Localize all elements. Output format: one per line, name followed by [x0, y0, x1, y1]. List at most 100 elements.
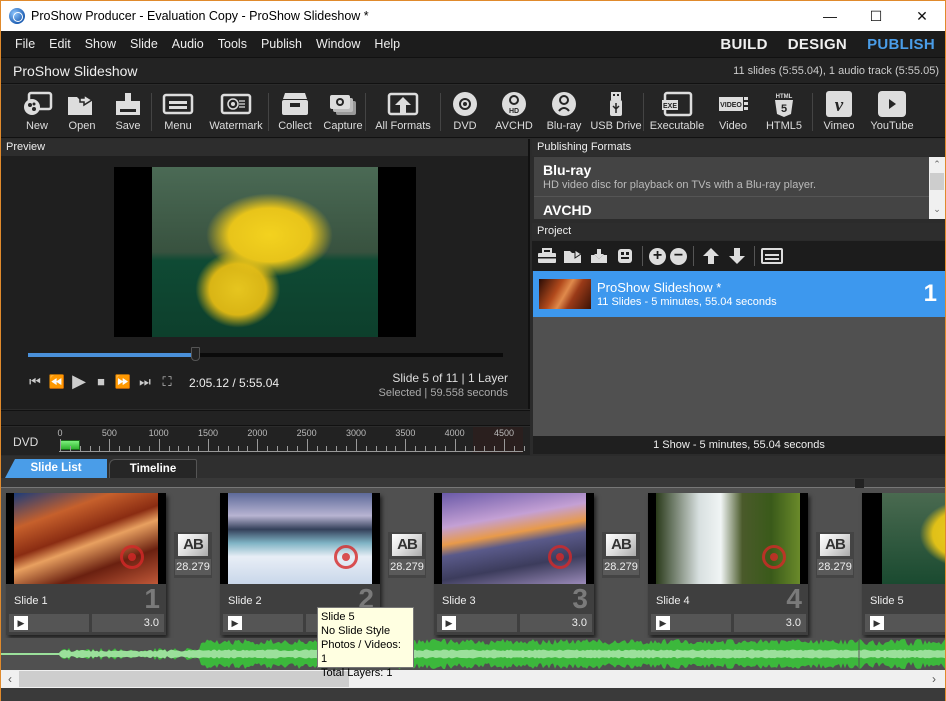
- stop-icon[interactable]: ■: [92, 374, 110, 389]
- playback-scrubber[interactable]: [28, 347, 503, 361]
- scrubber-handle[interactable]: [191, 347, 201, 361]
- new-project-icon[interactable]: [536, 247, 558, 265]
- tab-timeline[interactable]: Timeline: [109, 459, 197, 478]
- usb-drive-button[interactable]: USB Drive: [589, 85, 643, 138]
- vimeo-label: Vimeo: [823, 120, 855, 132]
- remove-show-icon[interactable]: −: [670, 247, 687, 265]
- transition-duration[interactable]: 28.279: [603, 559, 639, 575]
- transition-card[interactable]: AB 28.279: [816, 532, 854, 578]
- menu-file[interactable]: File: [1, 37, 42, 51]
- menu-publish[interactable]: Publish: [254, 37, 309, 51]
- formats-scrollbar[interactable]: ⌃ ⌄: [929, 157, 945, 219]
- slide-duration[interactable]: 3.0: [520, 614, 592, 632]
- save-project-icon[interactable]: [588, 247, 610, 265]
- skip-to-end-icon[interactable]: ⏭: [136, 374, 154, 390]
- scroll-left-icon[interactable]: ‹: [1, 670, 19, 688]
- slide-thumbnail: [648, 493, 808, 584]
- usb-drive-label: USB Drive: [590, 120, 642, 132]
- video-button[interactable]: VIDEO Video: [710, 85, 756, 138]
- menu-show[interactable]: Show: [78, 37, 123, 51]
- meter-tick-label: 1500: [197, 428, 219, 438]
- slide-play-button[interactable]: ▶: [223, 614, 303, 632]
- menu-help[interactable]: Help: [367, 37, 407, 51]
- save-icon: [112, 90, 144, 118]
- preview-stage[interactable]: [114, 167, 416, 337]
- meter-tick-label: 3000: [345, 428, 367, 438]
- maximize-button[interactable]: ☐: [853, 1, 899, 31]
- avchd-button[interactable]: HD AVCHD: [489, 85, 539, 138]
- capture-button[interactable]: Capture: [321, 85, 365, 138]
- move-down-icon[interactable]: [726, 247, 748, 265]
- slide-card[interactable]: Slide 4 4 ▶ 3.0: [648, 493, 808, 635]
- transition-card[interactable]: AB 28.279: [174, 532, 212, 578]
- project-footer: 1 Show - 5 minutes, 55.04 seconds: [533, 436, 945, 454]
- slide-duration[interactable]: 3.0: [92, 614, 164, 632]
- slide-card[interactable]: Slide 5 ▶: [862, 493, 945, 635]
- mode-design[interactable]: DESIGN: [788, 36, 847, 53]
- fullscreen-icon[interactable]: ⛶: [158, 374, 176, 390]
- project-settings-icon[interactable]: [614, 247, 636, 265]
- skip-to-start-icon[interactable]: ⏮: [26, 374, 44, 390]
- tooltip-line: Slide 5: [321, 611, 355, 623]
- html5-button[interactable]: HTML 5 HTML5: [756, 85, 812, 138]
- close-button[interactable]: ✕: [899, 1, 945, 31]
- dvd-button[interactable]: DVD: [441, 85, 489, 138]
- menu-audio[interactable]: Audio: [165, 37, 211, 51]
- project-toolbar: + −: [532, 241, 945, 271]
- audio-track[interactable]: [1, 638, 945, 670]
- slide-card[interactable]: Slide 1 1 ▶ 3.0: [6, 493, 166, 635]
- slide-duration[interactable]: 3.0: [734, 614, 806, 632]
- all-formats-button[interactable]: All Formats: [366, 85, 440, 138]
- menu-edit[interactable]: Edit: [42, 37, 78, 51]
- bluray-button[interactable]: Blu-ray: [539, 85, 589, 138]
- project-show-item[interactable]: ProShow Slideshow * 11 Slides - 5 minute…: [533, 271, 945, 317]
- slide-play-button[interactable]: ▶: [865, 614, 945, 632]
- transition-duration[interactable]: 28.279: [175, 559, 211, 575]
- minimize-button[interactable]: —: [807, 1, 853, 31]
- show-item-number: 1: [923, 280, 937, 307]
- add-show-icon[interactable]: +: [649, 247, 666, 265]
- meter-tick: [454, 439, 456, 451]
- collect-button[interactable]: Collect: [269, 85, 321, 138]
- rewind-icon[interactable]: ⏪: [48, 374, 66, 390]
- transition-duration[interactable]: 28.279: [817, 559, 853, 575]
- slide-list-scrollbar[interactable]: ‹ ›: [1, 670, 945, 688]
- fast-forward-icon[interactable]: ⏩: [114, 374, 132, 390]
- transition-card[interactable]: AB 28.279: [602, 532, 640, 578]
- executable-button[interactable]: EXE Executable: [644, 85, 710, 138]
- youtube-button[interactable]: YouTube: [865, 85, 919, 138]
- menu-tools[interactable]: Tools: [211, 37, 254, 51]
- slide-play-button[interactable]: ▶: [651, 614, 731, 632]
- vimeo-button[interactable]: v Vimeo: [813, 85, 865, 138]
- scroll-right-icon[interactable]: ›: [925, 670, 943, 688]
- scroll-up-icon[interactable]: ⌃: [929, 157, 945, 172]
- scrollbar-thumb[interactable]: [19, 671, 349, 687]
- scroll-down-icon[interactable]: ⌄: [929, 202, 945, 217]
- mode-build[interactable]: BUILD: [720, 36, 767, 53]
- format-item-avchd[interactable]: AVCHD: [534, 197, 929, 219]
- slide-play-button[interactable]: ▶: [437, 614, 517, 632]
- meter-tick: [198, 446, 200, 451]
- watermark-button[interactable]: Watermark: [204, 85, 268, 138]
- project-menu-icon[interactable]: [761, 247, 783, 265]
- move-up-icon[interactable]: [700, 247, 722, 265]
- slide-play-button[interactable]: ▶: [9, 614, 89, 632]
- mode-publish[interactable]: PUBLISH: [867, 36, 935, 53]
- menu-slide[interactable]: Slide: [123, 37, 165, 51]
- open-project-icon[interactable]: [562, 247, 584, 265]
- save-button[interactable]: Save: [105, 85, 151, 138]
- slide-card[interactable]: Slide 3 3 ▶ 3.0: [434, 493, 594, 635]
- new-button[interactable]: New: [15, 85, 59, 138]
- tab-slide-list[interactable]: Slide List: [5, 459, 107, 478]
- meter-tick: [523, 446, 525, 451]
- open-button[interactable]: Open: [59, 85, 105, 138]
- format-title: AVCHD: [543, 202, 592, 218]
- transition-duration[interactable]: 28.279: [389, 559, 425, 575]
- menu-button[interactable]: Menu: [152, 85, 204, 138]
- format-item-bluray[interactable]: Blu-ray HD video disc for playback on TV…: [534, 157, 929, 197]
- play-icon[interactable]: ▶: [70, 371, 88, 392]
- meter-tick: [375, 446, 377, 451]
- transition-card[interactable]: AB 28.279: [388, 532, 426, 578]
- scrollbar-thumb[interactable]: [930, 173, 944, 190]
- menu-window[interactable]: Window: [309, 37, 367, 51]
